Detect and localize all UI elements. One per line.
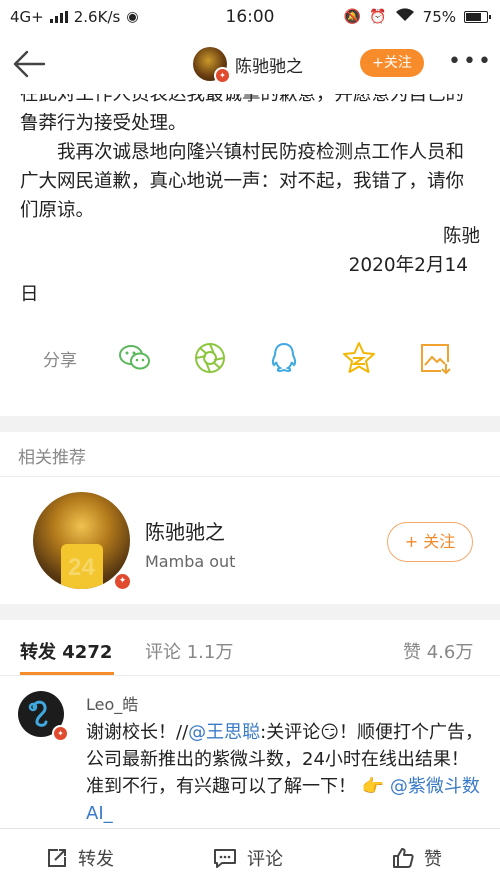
verified-badge-icon: ✦ (52, 725, 69, 742)
header-username[interactable]: 陈驰驰之 (235, 52, 303, 77)
thumbs-up-icon (393, 848, 414, 868)
wifi-icon (395, 8, 415, 26)
more-options-icon[interactable]: ••• (448, 51, 491, 73)
verified-badge-icon: ✦ (113, 572, 132, 591)
comment-label: 评论 (247, 849, 283, 870)
save-image-icon[interactable] (417, 340, 453, 376)
mute-icon: 🔕 (343, 9, 362, 25)
battery-icon (464, 11, 491, 23)
comment-icon (214, 849, 236, 868)
tab-reposts[interactable]: 转发 4272 (20, 638, 112, 664)
comment-username[interactable]: Leo_皓 (86, 691, 138, 715)
tab-comments[interactable]: 评论 1.1万 (145, 638, 233, 664)
wechat-icon[interactable] (117, 340, 153, 376)
post-date: 2020年2月14 (348, 255, 468, 276)
comment-text: 谢谢校长！//@王思聪:关评论😏！顺便打个广告，公司最新推出的紫微斗数，24小时… (86, 719, 486, 827)
verified-badge-icon: ✦ (214, 67, 231, 84)
mention-link[interactable]: @王思聪 (188, 722, 260, 743)
share-label: 分享 (43, 351, 77, 371)
related-username[interactable]: 陈驰驰之 (145, 516, 225, 545)
related-follow-button[interactable]: + 关注 (387, 522, 473, 562)
bottom-action-bar: 转发 评论 赞 (0, 828, 500, 888)
follow-button[interactable]: +关注 (360, 49, 424, 77)
repost-button[interactable]: 转发 (46, 845, 114, 871)
qzone-star-icon[interactable] (341, 340, 377, 376)
moments-icon[interactable] (192, 340, 228, 376)
status-bar: 4G+ 2.6K/s ◉ 16:00 🔕 ⏰ 75% (0, 0, 500, 34)
divider (0, 675, 500, 676)
tab-likes[interactable]: 赞 4.6万 (403, 638, 473, 664)
interaction-tabs: 转发 4272 评论 1.1万 赞 4.6万 (0, 620, 500, 676)
section-divider (0, 416, 500, 432)
post-body: 在此对工作人员表达我最诚挚的歉意，并愿意为自己的鲁莽行为接受处理。 我再次诚恳地… (0, 94, 500, 416)
post-paragraph-text: 我再次诚恳地向隆兴镇村民防疫检测点工作人员和广大网民道歉，真心地说一声：对不起，… (20, 142, 465, 221)
list-item: ✦ Leo_皓 谢谢校长！//@王思聪:关评论😏！顺便打个广告，公司最新推出的紫… (0, 677, 500, 827)
related-section-title: 相关推荐 (18, 448, 86, 468)
avatar[interactable]: ✦ (193, 47, 231, 84)
share-row: 分享 (0, 338, 500, 378)
battery-level: 75% (422, 8, 456, 26)
post-paragraph: 我再次诚恳地向隆兴镇村民防疫检测点工作人员和广大网民道歉，真心地说一声：对不起，… (20, 138, 482, 225)
qq-icon[interactable] (266, 340, 302, 376)
repost-icon (48, 849, 66, 867)
related-bio: Mamba out (145, 552, 236, 571)
like-label: 赞 (424, 849, 442, 870)
related-recommendation: 相关推荐 24 ✦ 陈驰驰之 Mamba out + 关注 (0, 432, 500, 604)
post-date-tail: 日 (20, 284, 39, 305)
alarm-icon: ⏰ (369, 9, 387, 25)
comment-text-part: 谢谢校长！// (86, 722, 189, 743)
repost-label: 转发 (78, 849, 114, 870)
section-divider (0, 604, 500, 620)
comment-button[interactable]: 评论 (213, 845, 283, 871)
post-paragraph: 在此对工作人员表达我最诚挚的歉意，并愿意为自己的鲁莽行为接受处理。 (20, 94, 465, 134)
post-signature: 陈驰 (442, 226, 480, 247)
divider (0, 476, 500, 477)
top-nav: ✦ 陈驰驰之 +关注 ••• (0, 34, 500, 94)
like-button[interactable]: 赞 (392, 845, 442, 871)
back-arrow-icon[interactable] (10, 46, 50, 82)
